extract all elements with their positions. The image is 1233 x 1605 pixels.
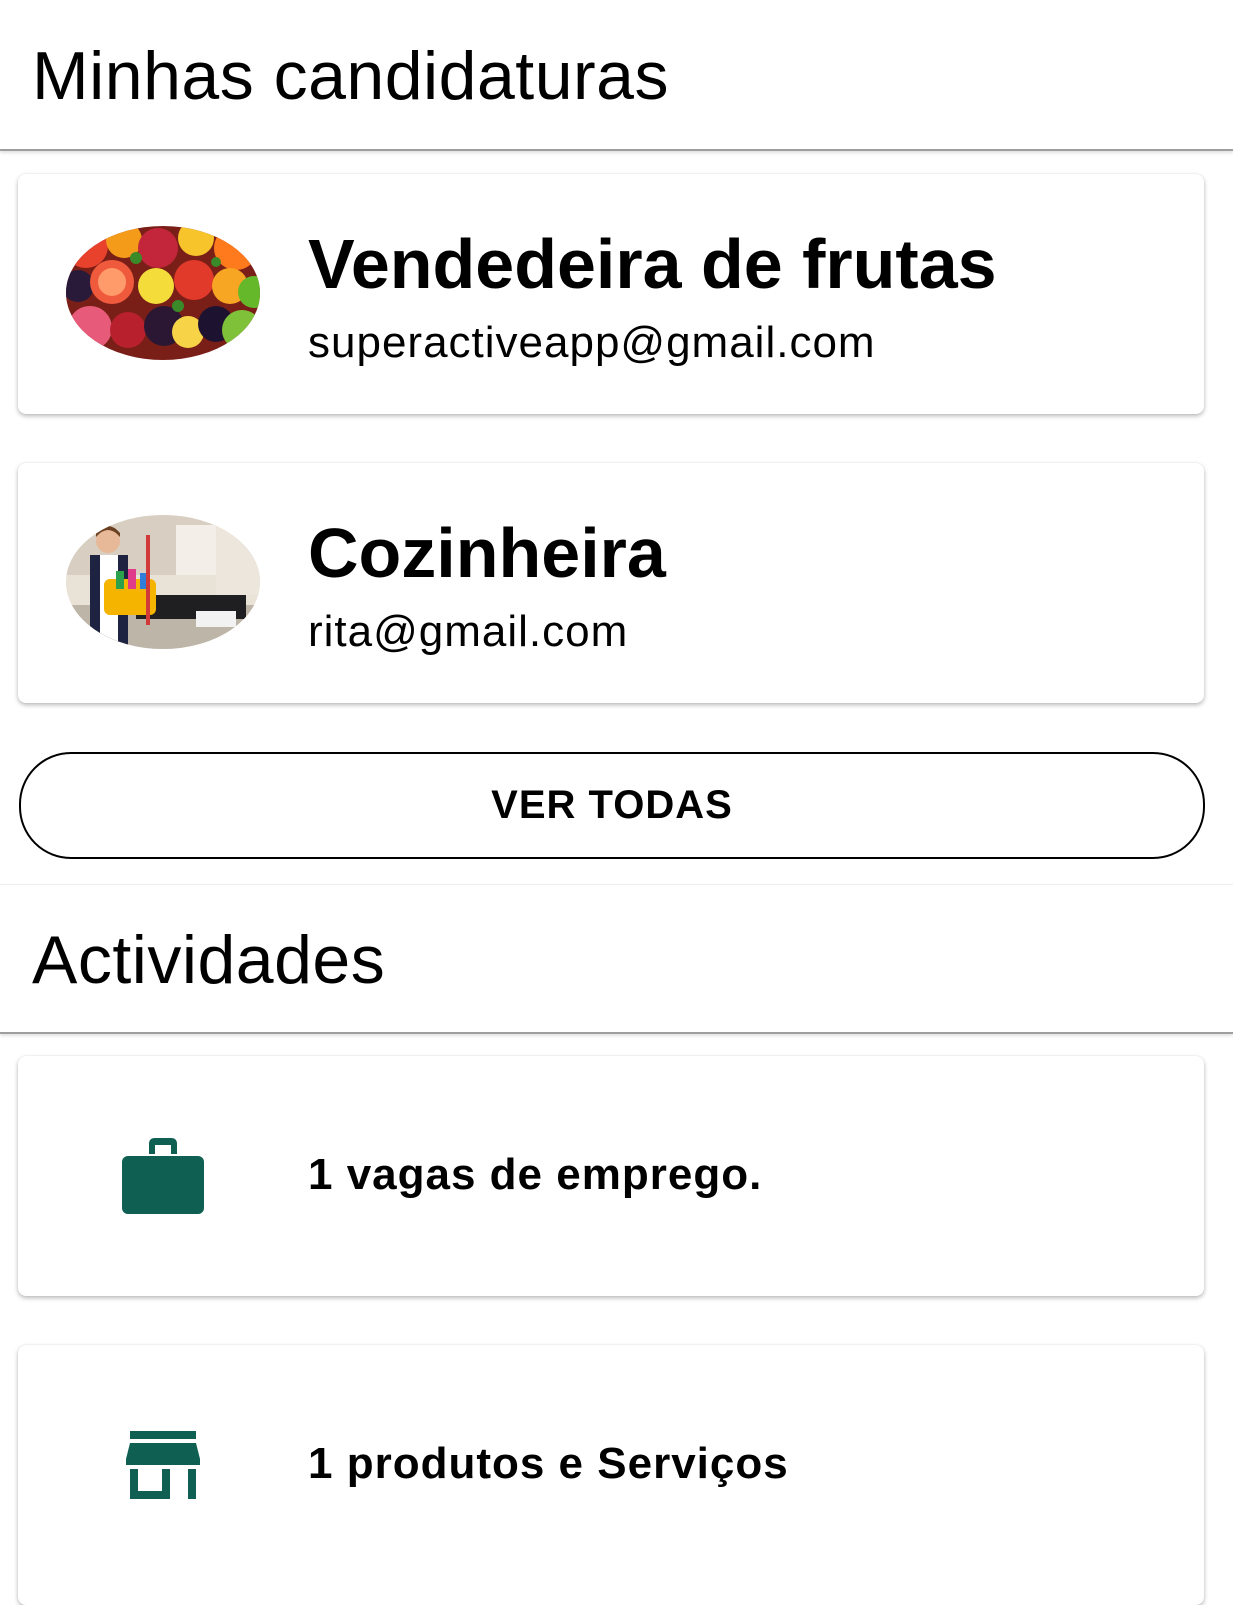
fruits-photo [66, 226, 260, 360]
activity-card-products[interactable]: 1 produtos e Serviços [18, 1345, 1204, 1605]
application-thumbnail [66, 515, 260, 649]
application-title: Cozinheira [308, 514, 666, 592]
application-thumbnail [66, 226, 260, 360]
activity-card-jobs[interactable]: 1 vagas de emprego. [18, 1056, 1204, 1296]
store-icon [126, 1431, 200, 1499]
applications-title: Minhas candidaturas [32, 38, 669, 114]
activities-title: Actividades [32, 922, 386, 998]
housekeeper-photo [66, 515, 260, 649]
activity-label: 1 vagas de emprego. [308, 1150, 763, 1199]
application-card[interactable]: Cozinheira rita@gmail.com [18, 463, 1204, 703]
applications-header: Minhas candidaturas [0, 0, 1233, 151]
application-email: superactiveapp@gmail.com [308, 318, 876, 367]
activity-label: 1 produtos e Serviços [308, 1439, 789, 1488]
application-card[interactable]: Vendedeira de frutas superactiveapp@gmai… [18, 174, 1204, 414]
activities-header: Actividades [0, 884, 1233, 1034]
briefcase-icon [122, 1136, 204, 1216]
application-title: Vendedeira de frutas [308, 225, 997, 303]
application-email: rita@gmail.com [308, 607, 629, 656]
view-all-button[interactable]: VER TODAS [19, 752, 1205, 859]
